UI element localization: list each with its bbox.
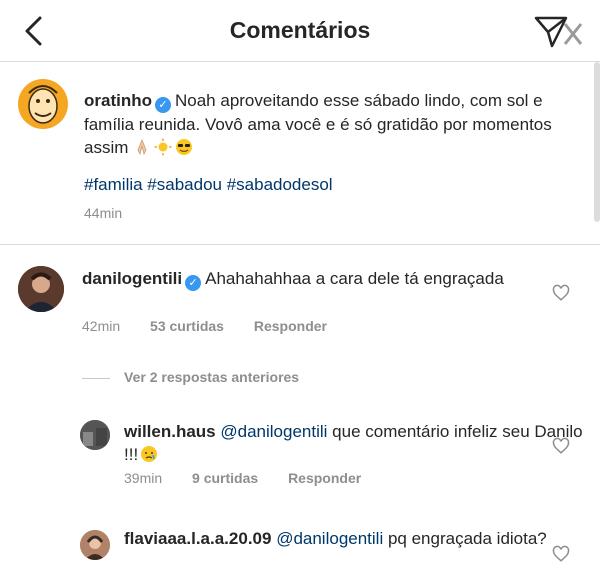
- header-bar: Comentários: [0, 0, 600, 62]
- person-photo-icon: [18, 266, 64, 312]
- comment-likes[interactable]: 53 curtidas: [150, 318, 224, 334]
- photo-thumbnail-icon: [80, 420, 110, 450]
- cartoon-avatar-icon: [28, 85, 58, 124]
- avatar-flaviaaa[interactable]: [80, 530, 110, 560]
- praying-hands-icon: [137, 138, 147, 156]
- heart-icon[interactable]: [552, 284, 570, 302]
- view-replies-label[interactable]: Ver 2 respostas anteriores: [124, 369, 299, 385]
- avatar-danilogentili[interactable]: [18, 266, 64, 312]
- comment-text: pq engraçada idiota?: [387, 529, 547, 548]
- avatar-willen-haus[interactable]: [80, 420, 110, 450]
- direct-message-icon[interactable]: [532, 14, 586, 50]
- caption-hashtags[interactable]: #familia #sabadou #sabadodesol: [84, 175, 333, 195]
- mention-link[interactable]: @danilogentili: [220, 422, 327, 441]
- caption-username[interactable]: oratinho: [84, 91, 152, 110]
- view-replies-link[interactable]: Ver 2 respostas anteriores: [82, 369, 299, 385]
- comment-username[interactable]: flaviaaa.l.a.a.20.09: [124, 529, 271, 548]
- reply-button[interactable]: Responder: [254, 318, 327, 334]
- caption-timestamp: 44min: [84, 205, 123, 221]
- comment-time: 39min: [124, 470, 163, 486]
- comment-text: Ahahahahhaa a cara dele tá engraçada: [205, 269, 504, 288]
- comment-meta: 42min 53 curtidas Responder: [82, 318, 353, 334]
- replies-divider: [82, 377, 110, 379]
- comment-flaviaaa: flaviaaa.l.a.a.20.09 @danilogentili pq e…: [124, 527, 584, 550]
- sun-icon: [154, 138, 172, 156]
- comment-danilogentili: danilogentili ✓ Ahahahahhaa a cara dele tá…: [82, 267, 542, 291]
- avatar-oratinho[interactable]: [18, 79, 68, 129]
- reply-button[interactable]: Responder: [288, 470, 361, 486]
- page-title: Comentários: [229, 17, 371, 43]
- comment-username[interactable]: willen.haus: [124, 422, 216, 441]
- verified-badge-icon: ✓: [185, 275, 202, 291]
- heart-icon[interactable]: [552, 545, 570, 563]
- sunglasses-face-icon: [176, 139, 193, 155]
- comment-meta: 39min 9 curtidas Responder: [124, 470, 387, 486]
- crying-face-icon: [141, 446, 158, 462]
- verified-badge-icon: ✓: [155, 97, 171, 113]
- comment-time: 42min: [82, 318, 121, 334]
- comment-username[interactable]: danilogentili: [82, 269, 182, 288]
- person-photo-icon: [80, 530, 110, 560]
- caption-text-block: oratinho ✓ Noah aproveitando esse sábado l…: [84, 89, 584, 159]
- post-caption: oratinho ✓ Noah aproveitando esse sábado l…: [0, 63, 600, 245]
- comment-likes[interactable]: 9 curtidas: [192, 470, 258, 486]
- comment-willen-haus: willen.haus @danilogentili que comentári…: [124, 420, 584, 466]
- heart-icon[interactable]: [552, 437, 570, 455]
- mention-link[interactable]: @danilogentili: [276, 529, 383, 548]
